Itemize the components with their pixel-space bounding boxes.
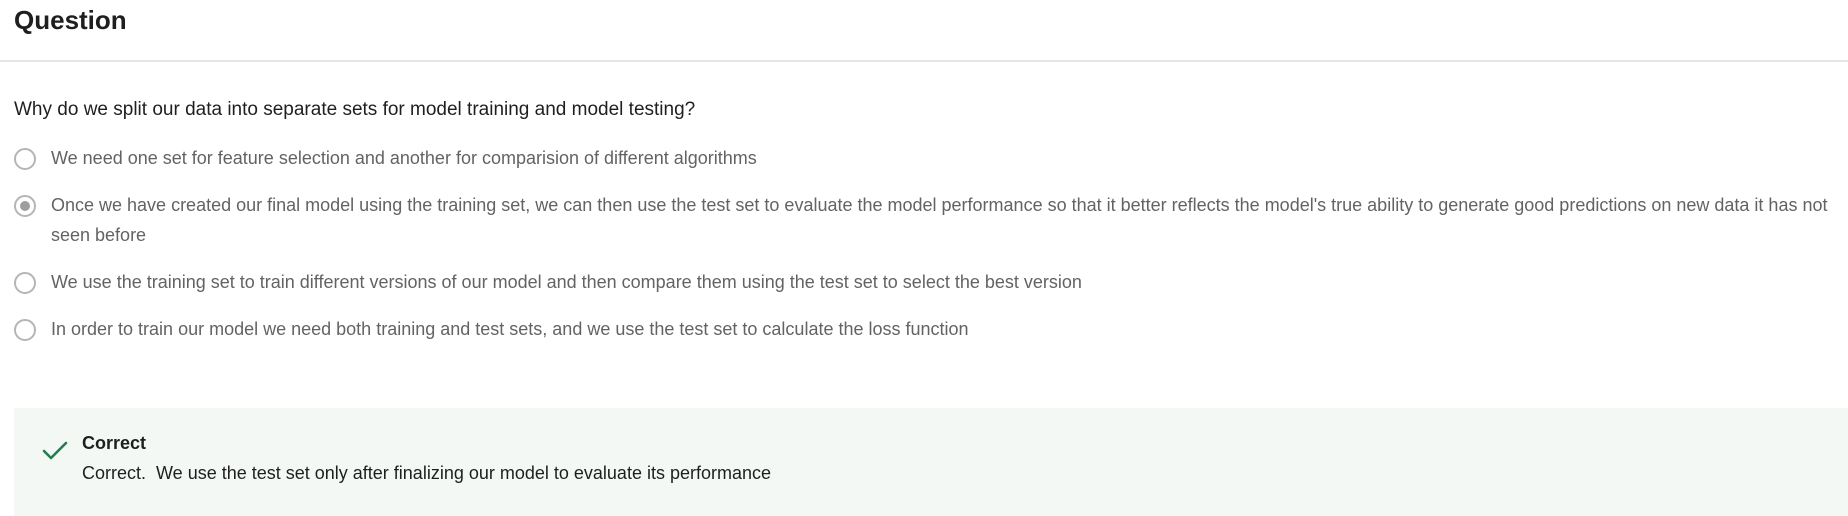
feedback-panel: Correct Correct. We use the test set onl… (14, 408, 1848, 516)
answer-option-label: We use the training set to train differe… (51, 272, 1082, 292)
radio-button[interactable] (14, 319, 36, 341)
question-content: Why do we split our data into separate s… (0, 97, 1848, 344)
answer-option-label: We need one set for feature selection an… (51, 148, 757, 168)
feedback-text: Correct. We use the test set only after … (82, 463, 772, 483)
radio-button[interactable] (14, 148, 36, 170)
question-header: Question (0, 0, 1848, 62)
page-title: Question (14, 5, 127, 35)
radio-button-selected[interactable] (14, 195, 36, 217)
check-icon (42, 441, 68, 460)
answer-option-3[interactable]: We use the training set to train differe… (14, 271, 1848, 297)
feedback-title: Correct (82, 433, 147, 453)
answer-options: We need one set for feature selection an… (14, 147, 1848, 344)
answer-option-4[interactable]: In order to train our model we need both… (14, 318, 1848, 344)
feedback-body: Correct Correct. We use the test set onl… (82, 428, 771, 488)
answer-option-label: In order to train our model we need both… (51, 319, 969, 339)
radio-button[interactable] (14, 272, 36, 294)
answer-option-label: Once we have created our final model usi… (51, 195, 1828, 245)
answer-option-2[interactable]: Once we have created our final model usi… (14, 194, 1848, 250)
question-text: Why do we split our data into separate s… (14, 99, 696, 120)
answer-option-1[interactable]: We need one set for feature selection an… (14, 147, 1848, 173)
